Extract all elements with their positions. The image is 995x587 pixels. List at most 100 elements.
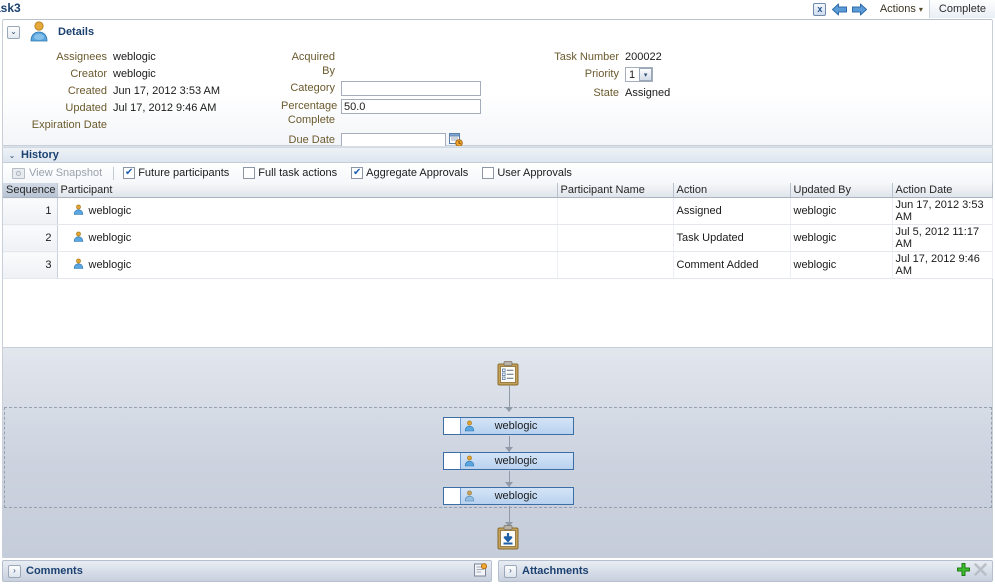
column-header-action-date[interactable]: Action Date	[892, 183, 993, 198]
cell-action-date: Jun 17, 2012 3:53 AM	[892, 197, 993, 225]
cell-updated-by: weblogic	[790, 224, 893, 252]
field-label: Percentage Complete	[281, 100, 338, 126]
attachments-actions	[956, 562, 992, 580]
flow-arrowhead	[505, 407, 513, 412]
node-user-icon	[461, 490, 477, 502]
cell-participant-name	[557, 197, 674, 225]
column-header-participant-name[interactable]: Participant Name	[557, 183, 674, 198]
view-snapshot-label: View Snapshot	[29, 167, 103, 179]
history-header: ⌄ History	[3, 148, 992, 163]
previous-task-button[interactable]	[830, 1, 850, 17]
add-comment-button[interactable]	[473, 562, 487, 580]
flow-node-label: weblogic	[494, 420, 538, 432]
field-label: Updated	[65, 102, 107, 114]
header-actions: x Actions ▾ Complete	[810, 0, 995, 18]
complete-button[interactable]: Complete	[928, 0, 995, 18]
field-label: Category	[290, 82, 335, 94]
actions-menu-button[interactable]: Actions ▾	[870, 3, 929, 15]
bottom-bars: › Comments › Attachments	[0, 560, 995, 587]
field-label: Due Date	[288, 134, 335, 146]
flow-node-1[interactable]: weblogic	[443, 417, 574, 435]
field-priority: Priority 1 ▾	[543, 67, 803, 82]
flow-node-3[interactable]: weblogic	[443, 487, 574, 505]
view-snapshot-button[interactable]: View Snapshot	[8, 166, 106, 180]
field-value: Jun 17, 2012 3:53 AM	[113, 85, 221, 97]
field-label: State	[593, 87, 619, 99]
priority-select[interactable]: 1 ▾	[625, 67, 654, 82]
column-header-action[interactable]: Action	[673, 183, 791, 198]
checkbox-user-approvals[interactable]: User Approvals	[482, 167, 572, 179]
table-row[interactable]: 1 weblogic Assigned weblogic Jun 17, 201…	[3, 197, 993, 225]
field-label: Assignees	[56, 51, 107, 63]
comments-label: Comments	[26, 565, 83, 577]
close-icon: x	[813, 2, 827, 16]
participant-user-icon	[73, 258, 84, 272]
camera-icon	[12, 167, 25, 179]
close-button[interactable]: x	[810, 1, 830, 17]
actions-menu-label: Actions	[879, 3, 916, 15]
flow-node-2[interactable]: weblogic	[443, 452, 574, 470]
column-header-sequence[interactable]: Sequence	[3, 183, 58, 198]
task-details-page: ask3 x Actions▾ Complete ⌄	[0, 0, 995, 587]
attachments-expand-toggle[interactable]: ›	[504, 564, 517, 578]
comments-expand-toggle[interactable]: ›	[8, 564, 21, 578]
field-label: Created	[67, 85, 107, 97]
field-label: Task Number	[554, 51, 619, 63]
column-header-participant[interactable]: Participant	[57, 183, 558, 198]
calendar-picker-icon[interactable]	[449, 133, 463, 147]
clipboard-download-icon[interactable]	[497, 525, 519, 550]
node-user-icon	[461, 420, 477, 432]
cell-action: Comment Added	[673, 251, 791, 279]
details-right-column: Task Number 200022 Priority 1 ▾ State As…	[543, 50, 803, 103]
page-title: ask3	[0, 1, 21, 15]
checkbox-icon	[123, 167, 136, 179]
field-value: weblogic	[113, 51, 156, 63]
checkbox-label: Full task actions	[258, 167, 338, 179]
attachments-label: Attachments	[522, 565, 589, 577]
field-assignees: Assignees weblogic	[3, 50, 283, 64]
percentage-complete-input[interactable]	[341, 99, 481, 114]
details-panel: ⌄ Details Assignees weblogic Creator web…	[2, 19, 993, 166]
history-collapse-toggle[interactable]: ⌄	[7, 150, 17, 160]
table-row[interactable]: 2 weblogic Task Updated weblogic Jul 5, …	[3, 224, 993, 252]
checkbox-aggregate-approvals[interactable]: Aggregate Approvals	[351, 167, 468, 179]
column-header-updated-by[interactable]: Updated By	[790, 183, 893, 198]
details-section-label: Details	[58, 26, 95, 38]
history-panel: ⌄ History View Snapshot Future participa…	[2, 148, 993, 348]
cell-action: Task Updated	[673, 224, 791, 252]
cell-sequence: 2	[3, 224, 58, 252]
field-label: Priority	[584, 68, 619, 80]
add-attachment-button[interactable]	[956, 562, 971, 580]
flow-node-label: weblogic	[494, 490, 538, 502]
remove-attachment-button[interactable]	[973, 562, 988, 580]
details-left-column: Assignees weblogic Creator weblogic Crea…	[3, 50, 283, 135]
table-row[interactable]: 3 weblogic Comment Added weblogic Jul 17…	[3, 251, 993, 279]
field-value: Assigned	[625, 87, 671, 99]
category-input[interactable]	[341, 81, 481, 96]
checkbox-future-participants[interactable]: Future participants	[123, 167, 229, 179]
node-status-swatch	[444, 453, 461, 469]
comments-bar[interactable]: › Comments	[2, 560, 492, 582]
field-task-number: Task Number 200022	[543, 50, 803, 64]
field-creator: Creator weblogic	[3, 67, 283, 81]
field-label: Creator	[70, 68, 107, 80]
attachments-bar[interactable]: › Attachments	[498, 560, 993, 582]
arrow-left-icon	[832, 3, 848, 15]
next-task-button[interactable]	[850, 1, 870, 17]
checkbox-full-task-actions[interactable]: Full task actions	[243, 167, 337, 179]
history-toolbar: View Snapshot Future participants Full t…	[3, 163, 992, 183]
cell-action-date: Jul 17, 2012 9:46 AM	[892, 251, 993, 279]
cell-participant: weblogic	[57, 197, 558, 225]
user-avatar-icon	[28, 20, 50, 45]
history-section-label: History	[21, 149, 59, 161]
history-table: Sequence Participant Participant Name Ac…	[3, 183, 993, 279]
cell-participant-name	[557, 251, 674, 279]
approval-flow-diagram: weblogic weblogic weblogic	[2, 348, 993, 558]
toolbar-divider	[113, 166, 115, 180]
details-collapse-toggle[interactable]: ⌄	[7, 25, 20, 39]
clipboard-list-icon[interactable]	[497, 361, 519, 386]
field-label: Expiration Date	[31, 119, 107, 131]
checkbox-icon	[482, 167, 495, 179]
field-label: Acquired By	[291, 51, 335, 77]
node-status-swatch	[444, 418, 461, 434]
